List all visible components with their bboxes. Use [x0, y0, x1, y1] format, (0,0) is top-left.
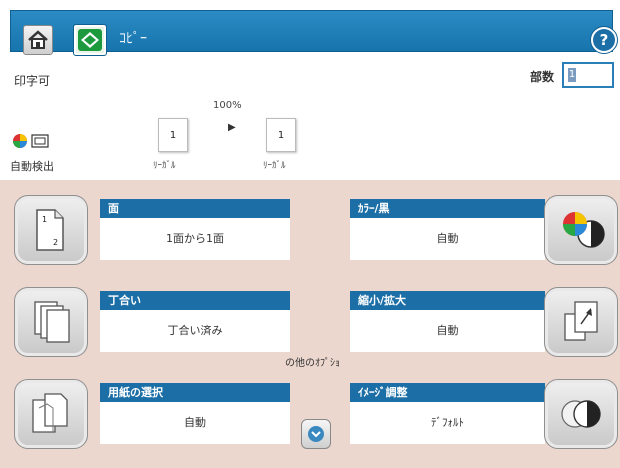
svg-text:1: 1: [42, 215, 47, 224]
color-header: ｶﾗｰ/黒: [350, 199, 545, 218]
reduce-enlarge-button[interactable]: [544, 287, 618, 357]
copies-label: 部数: [530, 70, 555, 84]
resize-icon: [564, 301, 598, 341]
sides-button[interactable]: 1 2: [14, 195, 88, 265]
zoom-level: 100%: [213, 100, 242, 111]
image-adjust-button[interactable]: [544, 379, 618, 449]
copies-input[interactable]: 1: [562, 62, 614, 88]
color-option[interactable]: ｶﾗｰ/黒 自動: [350, 195, 620, 265]
paper-stack-icon: [32, 393, 68, 433]
dest-paper-size: ﾘｰｶﾞﾙ: [263, 161, 286, 171]
collate-button[interactable]: [14, 287, 88, 357]
collate-icon: [34, 301, 70, 343]
color-detect-label: 自動検出: [10, 160, 54, 173]
paper-select-option[interactable]: 用紙の選択 自動: [14, 379, 294, 449]
svg-text:2: 2: [53, 238, 58, 247]
color-value: 自動: [350, 218, 545, 260]
copy-start-button[interactable]: [73, 24, 107, 56]
color-auto-icon: [13, 134, 49, 148]
status-message: 印字可: [14, 74, 51, 88]
image-adjust-header: ｲﾒｰｼﾞ調整: [350, 383, 545, 402]
source-page-thumbnail: 1: [158, 118, 188, 152]
image-adjust-value: ﾃﾞﾌｫﾙﾄ: [350, 402, 545, 444]
chevron-down-icon: [308, 426, 324, 442]
reduce-enlarge-header: 縮小/拡大: [350, 291, 545, 310]
home-button[interactable]: [23, 25, 53, 55]
contrast-icon: [561, 400, 601, 428]
color-black-icon: [563, 212, 605, 248]
home-icon: [28, 30, 48, 49]
help-icon: ?: [593, 29, 615, 51]
copies-value: 1: [568, 68, 576, 82]
page-title: ｺﾋﾟｰ: [119, 31, 147, 47]
sides-option[interactable]: 1 2 面 1面から1面: [14, 195, 294, 265]
other-options-label: の他のｵﾌﾟｼｮ: [285, 358, 340, 369]
svg-text:?: ?: [600, 31, 609, 49]
arrow-right-icon: ▶: [228, 122, 236, 133]
collate-value: 丁合い済み: [100, 310, 290, 352]
paper-select-button[interactable]: [14, 379, 88, 449]
paper-select-header: 用紙の選択: [100, 383, 290, 402]
other-options-button[interactable]: [301, 419, 331, 449]
help-button[interactable]: ?: [590, 26, 618, 54]
image-adjust-option[interactable]: ｲﾒｰｼﾞ調整 ﾃﾞﾌｫﾙﾄ: [350, 379, 620, 449]
reduce-enlarge-option[interactable]: 縮小/拡大 自動: [350, 287, 620, 357]
top-bar: ｺﾋﾟｰ ?: [10, 10, 618, 56]
collate-option[interactable]: 丁合い 丁合い済み: [14, 287, 294, 357]
source-paper-size: ﾘｰｶﾞﾙ: [153, 161, 176, 171]
copy-start-icon: [78, 29, 102, 51]
paper-select-value: 自動: [100, 402, 290, 444]
sides-value: 1面から1面: [100, 218, 290, 260]
duplex-icon: 1 2: [36, 209, 64, 251]
reduce-enlarge-value: 自動: [350, 310, 545, 352]
color-button[interactable]: [544, 195, 618, 265]
dest-page-thumbnail: 1: [266, 118, 296, 152]
sides-header: 面: [100, 199, 290, 218]
collate-header: 丁合い: [100, 291, 290, 310]
